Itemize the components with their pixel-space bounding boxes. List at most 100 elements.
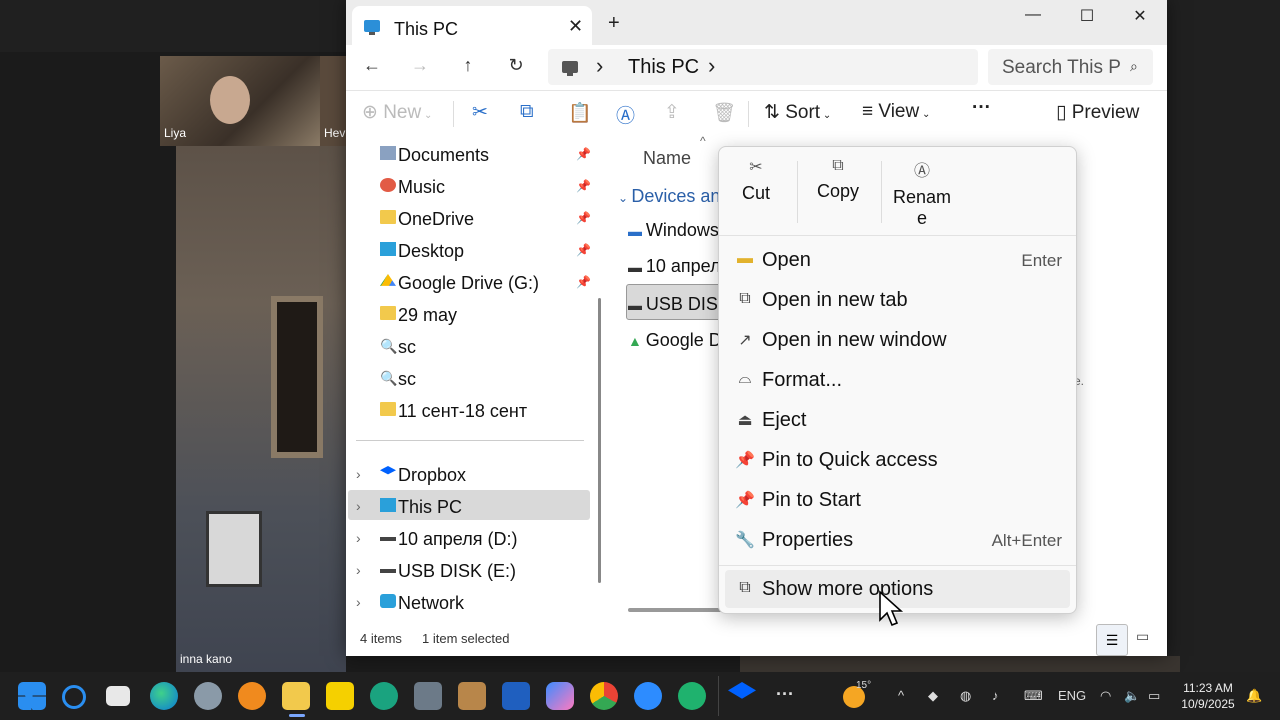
cut-icon[interactable]: ✂ — [472, 101, 488, 124]
chevron-up-icon[interactable]: ^ — [898, 688, 904, 703]
up-button[interactable]: ↑ — [456, 55, 480, 76]
cut-button[interactable]: ✂ Cut — [719, 157, 793, 204]
copy-icon[interactable]: ⧉ — [520, 101, 534, 123]
sidebar-item-sc[interactable]: 🔍 sc — [346, 332, 592, 362]
sidebar-item-usb-disk[interactable]: › USB DISK (E:) — [346, 556, 592, 586]
menu-item-pin-start[interactable]: 📌 Pin to Start — [725, 481, 1070, 519]
copy-button[interactable]: ⧉ Copy — [801, 157, 875, 202]
more-apps-icon[interactable]: ··· — [776, 684, 794, 705]
magnifier-icon[interactable] — [238, 682, 266, 710]
menu-item-eject[interactable]: ⏏ Eject — [725, 401, 1070, 439]
sticky-notes-icon[interactable] — [326, 682, 354, 710]
edge-icon[interactable] — [150, 682, 178, 710]
tab-this-pc[interactable]: This PC ✕ — [352, 6, 592, 45]
rename-button[interactable]: Ⓐ Rename — [883, 157, 961, 229]
chevron-right-icon[interactable]: › — [356, 594, 361, 610]
breadcrumb-this-pc[interactable]: This PC — [628, 56, 699, 79]
notification-icon[interactable]: 🔔 — [1246, 688, 1262, 704]
active-app-indicator — [289, 714, 305, 717]
chevron-right-icon[interactable]: › — [356, 498, 361, 514]
details-view-button[interactable]: ☰ — [1096, 624, 1128, 656]
sidebar-item-11-sent[interactable]: 11 сент-18 сент — [346, 396, 592, 426]
settings-icon[interactable] — [194, 682, 222, 710]
library-icon[interactable] — [458, 682, 486, 710]
preview-button[interactable]: ▯ Preview — [1056, 101, 1139, 124]
chrome-icon[interactable] — [590, 682, 618, 710]
sidebar-item-onedrive[interactable]: OneDrive 📌 — [346, 204, 592, 234]
app-tray-icon[interactable]: ◍ — [960, 688, 971, 704]
paste-icon[interactable]: 📋 — [568, 101, 592, 125]
sidebar-item-dropbox[interactable]: › Dropbox — [346, 460, 592, 490]
chevron-right-icon[interactable]: › — [356, 466, 361, 482]
sidebar-item-29-may[interactable]: 29 may — [346, 300, 592, 330]
forward-button[interactable]: → — [408, 55, 432, 76]
camera-icon[interactable] — [414, 682, 442, 710]
dropbox-icon[interactable] — [728, 682, 756, 699]
voice-icon[interactable]: ♪ — [992, 688, 999, 703]
menu-item-open-new-tab[interactable]: ⧉ Open in new tab — [725, 281, 1070, 319]
chevron-right-icon[interactable]: › — [356, 562, 361, 578]
minimize-button[interactable]: — — [1006, 6, 1060, 30]
keyboard-icon[interactable]: ⌨ — [1024, 688, 1043, 704]
folder-icon: ▬ — [737, 250, 753, 267]
column-header-name[interactable]: Name — [643, 148, 691, 169]
menu-item-open[interactable]: ▬ Open Enter — [725, 241, 1070, 279]
sidebar-item-network[interactable]: › Network — [346, 588, 592, 618]
rename-icon[interactable]: Ⓐ — [616, 101, 635, 128]
menu-item-format[interactable]: ⌓ Format... — [725, 361, 1070, 399]
video-main-tile[interactable]: inna kano — [176, 146, 346, 672]
copilot-tray-icon[interactable]: ◆ — [928, 688, 938, 704]
chevron-down-icon: ⌄ — [820, 110, 832, 121]
list-item-selected[interactable]: ▬ USB DISK — [628, 294, 730, 315]
language-indicator[interactable]: ENG — [1058, 688, 1086, 703]
delete-icon[interactable]: 🗑 — [712, 101, 736, 125]
file-explorer-icon[interactable] — [282, 682, 310, 710]
weather-temp: 15° — [856, 680, 872, 691]
search-input[interactable]: Search This PC ⌕ — [988, 49, 1153, 85]
maximize-button[interactable]: ☐ — [1060, 6, 1114, 30]
sidebar-item-drive-d[interactable]: › 10 апреля (D:) — [346, 524, 592, 554]
back-button[interactable]: ← — [360, 55, 384, 76]
video-tile-hev[interactable]: Hev — [320, 56, 346, 146]
view-button[interactable]: ≡ View ⌄ — [862, 101, 930, 123]
search-icon[interactable] — [62, 685, 86, 709]
sidebar-item-documents[interactable]: Documents 📌 — [346, 140, 592, 170]
refresh-button[interactable]: ↻ — [504, 55, 528, 76]
sidebar-item-music[interactable]: Music 📌 — [346, 172, 592, 202]
copilot-icon[interactable] — [546, 682, 574, 710]
task-view-icon[interactable] — [106, 686, 130, 706]
address-bar[interactable]: › This PC › — [548, 49, 978, 85]
word-icon[interactable] — [502, 682, 530, 710]
chevron-right-icon[interactable]: › — [356, 530, 361, 546]
menu-item-open-new-window[interactable]: ↗ Open in new window — [725, 321, 1070, 359]
more-options-button[interactable]: ··· — [972, 97, 991, 119]
sidebar-item-sc[interactable]: 🔍 sc — [346, 364, 592, 394]
zoom-icon[interactable] — [634, 682, 662, 710]
menu-item-properties[interactable]: 🔧 Properties Alt+Enter — [725, 521, 1070, 559]
volume-icon[interactable]: 🔈 — [1124, 688, 1140, 704]
clock[interactable]: 11:23 AM 10/9/2025 — [1176, 680, 1240, 712]
sidebar-item-google-drive[interactable]: Google Drive (G:) 📌 — [346, 268, 592, 298]
sidebar-item-desktop[interactable]: Desktop 📌 — [346, 236, 592, 266]
wifi-icon[interactable]: ◠ — [1100, 688, 1111, 704]
sidebar-scrollbar[interactable] — [598, 298, 601, 583]
chevron-right-icon[interactable]: › — [708, 53, 715, 79]
new-button[interactable]: ⊕ New ⌄ — [362, 101, 432, 124]
list-item[interactable]: ▬ Windows — [628, 220, 719, 241]
tiles-view-button[interactable]: ▭ — [1136, 628, 1149, 645]
tab-close-button[interactable]: ✕ — [568, 16, 583, 37]
new-tab-button[interactable]: + — [608, 12, 620, 35]
list-item[interactable]: ▬ 10 апреля — [628, 256, 730, 277]
chat-app-icon[interactable] — [678, 682, 706, 710]
sort-button[interactable]: ⇅ Sort ⌄ — [764, 101, 831, 124]
chevron-right-icon[interactable]: › — [596, 53, 603, 79]
close-button[interactable]: ✕ — [1113, 6, 1167, 30]
sidebar-item-this-pc[interactable]: › This PC — [346, 492, 592, 522]
video-tile-liya[interactable]: Liya — [160, 56, 320, 146]
battery-icon[interactable]: ▭ — [1148, 688, 1160, 704]
drive-icon: ▬ — [628, 297, 646, 313]
menu-item-pin-quick-access[interactable]: 📌 Pin to Quick access — [725, 441, 1070, 479]
chatgpt-icon[interactable] — [370, 682, 398, 710]
start-icon[interactable] — [18, 682, 46, 710]
share-icon[interactable]: ⇪ — [664, 101, 680, 124]
